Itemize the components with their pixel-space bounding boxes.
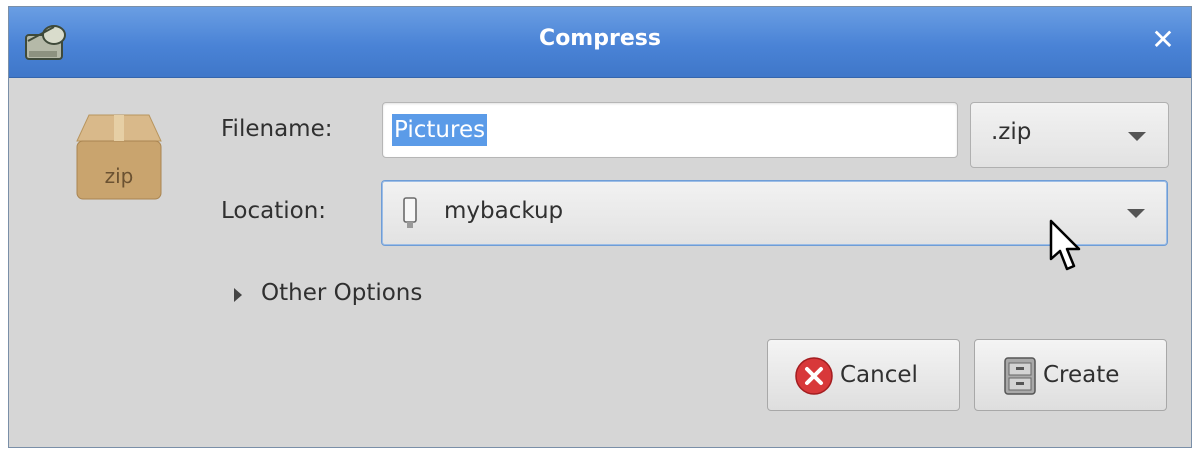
extension-select-value: .zip: [991, 119, 1032, 145]
archive-icon-label: zip: [105, 164, 134, 188]
filename-label: Filename:: [221, 116, 333, 142]
usb-drive-icon: [403, 197, 417, 228]
filename-input[interactable]: Pictures: [382, 102, 958, 158]
file-cabinet-icon: [1004, 357, 1036, 395]
location-select-value: mybackup: [444, 198, 564, 224]
cancel-button-label: Cancel: [840, 362, 918, 388]
expander-arrow-icon: [234, 288, 242, 302]
create-button[interactable]: Create: [974, 339, 1167, 411]
chevron-down-icon: [1128, 132, 1146, 141]
filename-input-value: Pictures: [392, 114, 488, 146]
cancel-button[interactable]: Cancel: [767, 339, 960, 411]
chevron-down-icon: [1127, 209, 1145, 218]
other-options-label: Other Options: [261, 280, 423, 306]
window-title: Compress: [539, 26, 661, 51]
create-button-label: Create: [1043, 362, 1120, 388]
title-bar[interactable]: Compress ✕: [9, 7, 1191, 78]
location-label: Location:: [221, 198, 327, 224]
package-icon: zip: [76, 114, 162, 200]
mouse-pointer-icon: [1049, 219, 1081, 271]
extension-select[interactable]: .zip: [970, 102, 1169, 168]
cancel-icon: [795, 357, 833, 395]
close-icon[interactable]: ✕: [1145, 22, 1181, 58]
compress-dialog: Compress ✕ zip Filename: Pictures .zip L…: [8, 6, 1192, 448]
